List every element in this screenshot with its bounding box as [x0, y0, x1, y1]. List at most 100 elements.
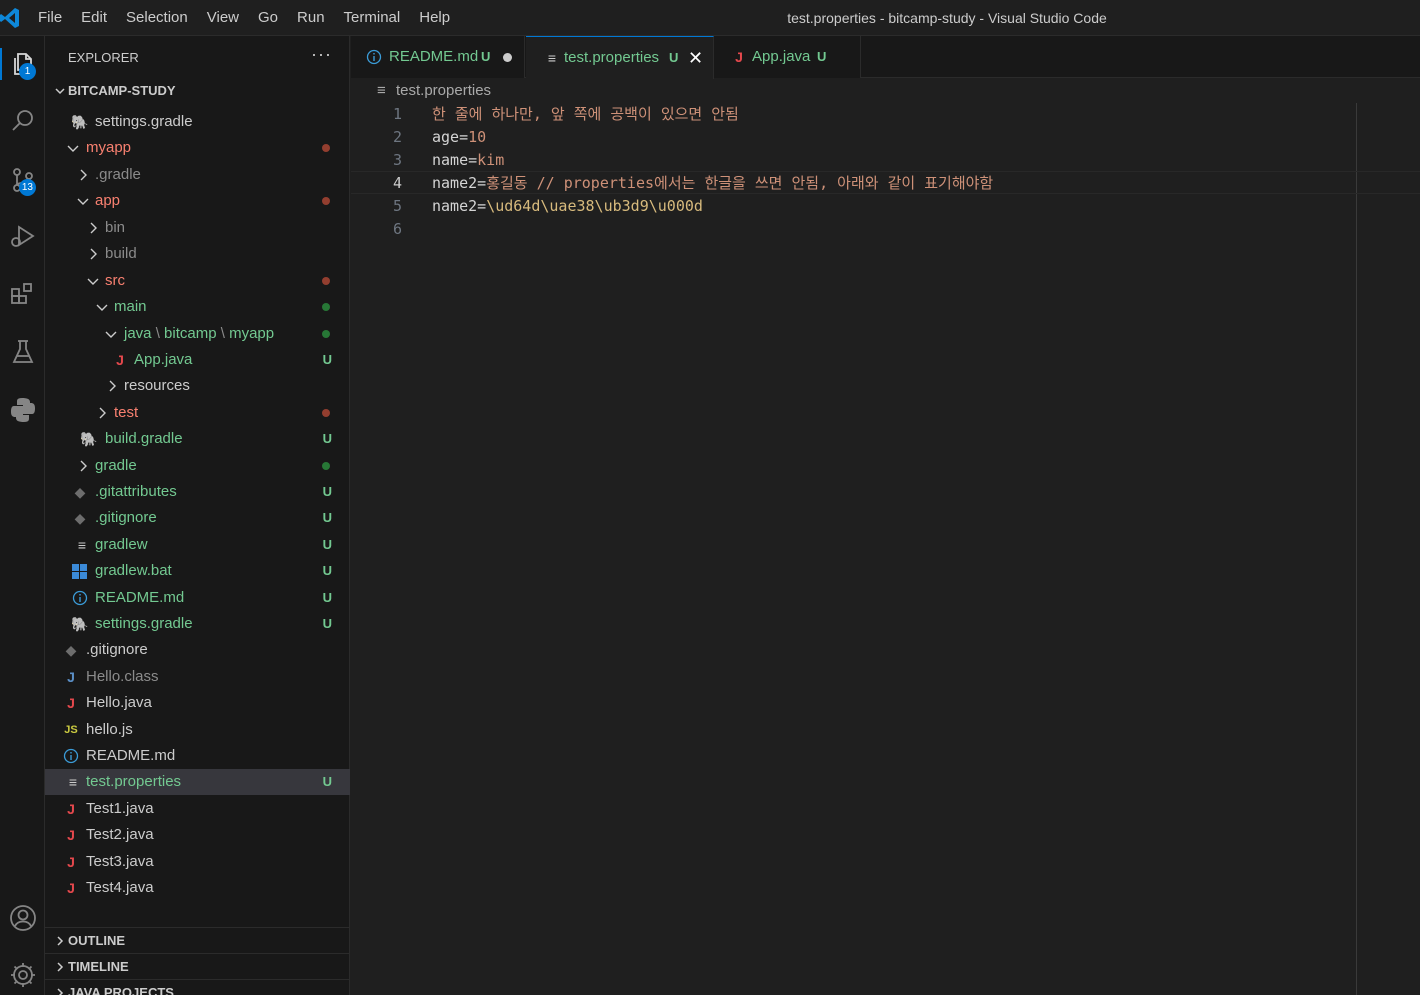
- code-line[interactable]: 2 age=10: [351, 126, 1420, 149]
- tree-folder-gradle[interactable]: gradle: [45, 453, 350, 479]
- modified-dot: [322, 277, 330, 285]
- tree-folder-myapp[interactable]: myapp: [45, 135, 350, 161]
- tree-item-gitignore[interactable]: ◆ .gitignore U: [45, 505, 350, 531]
- run-debug-icon: [10, 225, 35, 247]
- workspace-root-header[interactable]: BITCAMP-STUDY: [45, 78, 350, 104]
- git-icon: ◆: [65, 642, 77, 658]
- python-icon: [10, 398, 35, 422]
- chevron-right-icon: [80, 169, 87, 181]
- tree-item-readme[interactable]: README.md U: [45, 585, 350, 611]
- tree-item-hello-js[interactable]: JS hello.js: [45, 717, 350, 743]
- tree-folder-main[interactable]: main: [45, 294, 350, 320]
- timeline-section-header[interactable]: TIMELINE: [45, 953, 350, 979]
- java-icon: J: [67, 801, 75, 817]
- breadcrumb-file[interactable]: test.properties: [396, 79, 491, 103]
- activity-extensions[interactable]: [0, 272, 45, 316]
- untracked-badge: U: [322, 352, 332, 367]
- chevron-right-icon: [80, 460, 87, 472]
- tree-folder-resources[interactable]: resources: [45, 373, 350, 399]
- untracked-badge: U: [322, 431, 332, 446]
- more-actions-icon[interactable]: ···: [311, 44, 332, 65]
- code-line[interactable]: 6: [351, 218, 1420, 241]
- tree-item-readme-root[interactable]: README.md: [45, 743, 350, 769]
- code-line[interactable]: 3 name=kim: [351, 149, 1420, 172]
- activity-explorer[interactable]: 1: [0, 42, 45, 86]
- java-icon: J: [67, 669, 75, 685]
- tree-item-test4-java[interactable]: J Test4.java: [45, 875, 350, 901]
- tree-item-gitignore-root[interactable]: ◆ .gitignore: [45, 637, 350, 663]
- tab-test-properties[interactable]: ≡ test.properties U ✕: [526, 36, 714, 79]
- untracked-badge: U: [322, 590, 332, 605]
- activity-run-debug[interactable]: [0, 214, 45, 258]
- tree-item-settings-gradle-2[interactable]: 🐘 settings.gradle U: [45, 611, 350, 637]
- tree-folder-dot-gradle[interactable]: .gradle: [45, 162, 350, 188]
- tree-item-test1-java[interactable]: J Test1.java: [45, 796, 350, 822]
- property-value: 10: [468, 128, 487, 146]
- activity-python[interactable]: [0, 388, 45, 432]
- untracked-badge: U: [322, 537, 332, 552]
- tree-item-gradlew[interactable]: ≡ gradlew U: [45, 532, 350, 558]
- unsaved-dot[interactable]: [503, 53, 512, 62]
- java-icon: J: [67, 695, 75, 711]
- property-value: kim: [477, 151, 505, 169]
- file-tree: 🐘 settings.gradle myapp .gradle app bin: [45, 103, 350, 923]
- tree-item-test3-java[interactable]: J Test3.java: [45, 849, 350, 875]
- chevron-right-icon: [90, 248, 97, 260]
- chevron-right-icon: [57, 962, 64, 972]
- tree-item-settings-gradle[interactable]: 🐘 settings.gradle: [45, 109, 350, 135]
- tree-folder-build[interactable]: build: [45, 241, 350, 267]
- chevron-right-icon: [57, 936, 64, 946]
- tree-folder-bin[interactable]: bin: [45, 215, 350, 241]
- activity-manage[interactable]: [0, 953, 45, 995]
- code-line[interactable]: 1 한 줄에 하나만, 앞 쪽에 공백이 있으면 안됨: [351, 103, 1420, 126]
- tree-item-gradlew-bat[interactable]: gradlew.bat U: [45, 558, 350, 584]
- title-bar: File Edit Selection View Go Run Terminal…: [0, 0, 1420, 36]
- tab-app-java[interactable]: J App.java U: [714, 36, 861, 78]
- tree-item-hello-java[interactable]: J Hello.java: [45, 690, 350, 716]
- tree-folder-src[interactable]: src: [45, 268, 350, 294]
- untracked-badge: U: [322, 616, 332, 631]
- tree-item-gitattributes[interactable]: ◆ .gitattributes U: [45, 479, 350, 505]
- code-line-current[interactable]: 4 name2=홍길동 // properties에서는 한글을 쓰면 안됨, …: [351, 171, 1420, 194]
- info-icon: [366, 49, 382, 65]
- java-icon: J: [116, 352, 124, 368]
- gradle-icon: 🐘: [80, 431, 98, 447]
- workspace-root-label: BITCAMP-STUDY: [68, 83, 176, 98]
- tree-item-hello-class[interactable]: J Hello.class: [45, 664, 350, 690]
- code-editor[interactable]: 1 한 줄에 하나만, 앞 쪽에 공백이 있으면 안됨 2 age=10 3 n…: [351, 103, 1420, 995]
- tree-item-app-java[interactable]: J App.java U: [45, 347, 350, 373]
- tree-item-test2-java[interactable]: J Test2.java: [45, 822, 350, 848]
- tab-readme[interactable]: README.md U: [351, 36, 525, 78]
- flask-icon: [12, 340, 33, 363]
- tree-folder-java-bitcamp-myapp[interactable]: java \ bitcamp \ myapp: [45, 321, 350, 347]
- extensions-icon: [10, 283, 32, 304]
- scm-badge: 13: [18, 179, 36, 196]
- code-line[interactable]: 5 name2=\ud64d\uae38\ub3d9\u000d: [351, 195, 1420, 218]
- property-key: name: [432, 151, 469, 169]
- js-icon: JS: [64, 724, 78, 736]
- activity-source-control[interactable]: 13: [0, 158, 45, 202]
- chevron-down-icon: [105, 331, 117, 338]
- chevron-right-icon: [90, 222, 97, 234]
- tree-folder-test[interactable]: test: [45, 400, 350, 426]
- gradle-icon: 🐘: [71, 616, 89, 632]
- tree-item-build-gradle[interactable]: 🐘 build.gradle U: [45, 426, 350, 452]
- activity-bar: 1 13: [0, 36, 45, 995]
- activity-accounts[interactable]: [0, 896, 45, 940]
- lines-icon: ≡: [547, 50, 557, 66]
- breadcrumb[interactable]: ≡ test.properties: [351, 79, 1420, 103]
- activity-search[interactable]: [0, 99, 45, 143]
- java-icon: J: [67, 880, 75, 896]
- untracked-badge: U: [322, 774, 332, 789]
- outline-section-header[interactable]: OUTLINE: [45, 927, 350, 953]
- explorer-header: EXPLORER ···: [45, 36, 350, 78]
- java-projects-section-header[interactable]: JAVA PROJECTS: [45, 979, 350, 995]
- chevron-down-icon: [96, 304, 108, 311]
- activity-testing[interactable]: [0, 330, 45, 374]
- close-icon[interactable]: ✕: [688, 37, 703, 79]
- tree-folder-app[interactable]: app: [45, 188, 350, 214]
- chevron-down-icon: [67, 145, 79, 152]
- editor-tabs: README.md U ≡ test.properties U ✕ J App.…: [351, 36, 1420, 79]
- tree-item-test-properties[interactable]: ≡ test.properties U: [45, 769, 350, 795]
- added-dot: [322, 303, 330, 311]
